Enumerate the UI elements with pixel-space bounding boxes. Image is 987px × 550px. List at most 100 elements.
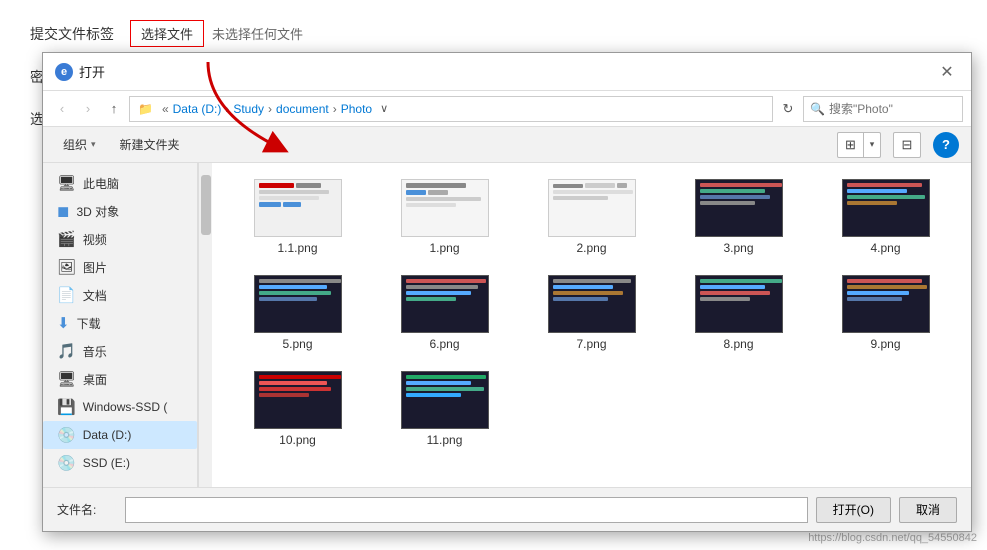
back-button[interactable]: ‹ xyxy=(51,98,73,120)
open-button[interactable]: 打开(O) xyxy=(816,497,891,523)
file-item-4[interactable]: 4.png xyxy=(814,173,957,261)
thumbnail-7 xyxy=(548,275,636,333)
sidebar-item-desktop[interactable]: 🖥 桌面 xyxy=(43,365,197,393)
file-item-11[interactable]: 11.png xyxy=(373,365,516,453)
thumbnail-9 xyxy=(842,275,930,333)
sidebar-label-documents: 文档 xyxy=(83,287,107,304)
thumbnail-10 xyxy=(254,371,342,429)
filename-9: 9.png xyxy=(870,337,900,351)
toolbar: 组织 ▾ 新建文件夹 ⊞ ▾ ⊟ ? xyxy=(43,127,971,163)
dialog-titlebar: e 打开 ✕ xyxy=(43,53,971,91)
sidebar-item-data-d[interactable]: 💿 Data (D:) xyxy=(43,421,197,449)
file-grid: 1.1.png xyxy=(212,163,971,487)
sidebar-item-documents[interactable]: 📄 文档 xyxy=(43,281,197,309)
file-item-9[interactable]: 9.png xyxy=(814,269,957,357)
videos-icon: 🎬 xyxy=(57,230,76,248)
thumbnail-11 xyxy=(401,371,489,429)
breadcrumb-data[interactable]: Data (D:) xyxy=(173,102,222,116)
preview-panel-button[interactable]: ⊟ xyxy=(893,132,921,158)
search-input[interactable] xyxy=(829,102,956,116)
breadcrumb-photo[interactable]: Photo xyxy=(341,102,372,116)
documents-icon: 📄 xyxy=(57,286,76,304)
desktop-icon: 🖥 xyxy=(57,370,76,388)
open-file-dialog: e 打开 ✕ ‹ › ↑ 📁 « Data (D:) › Study › doc… xyxy=(42,52,972,532)
refresh-button[interactable]: ↻ xyxy=(777,98,799,120)
sidebar-label-windows-ssd: Windows-SSD ( xyxy=(83,400,168,414)
sidebar-item-this-pc[interactable]: 🖥 此电脑 xyxy=(43,169,197,197)
filename-3: 3.png xyxy=(723,241,753,255)
search-box[interactable]: 🔍 xyxy=(803,96,963,122)
breadcrumb-document[interactable]: document xyxy=(276,102,329,116)
scrollbar-thumb[interactable] xyxy=(201,175,211,235)
dialog-title: 打开 xyxy=(79,62,935,81)
sidebar-item-ssd-e[interactable]: 💿 SSD (E:) xyxy=(43,449,197,477)
filename-10: 10.png xyxy=(279,433,316,447)
file-item-5[interactable]: 5.png xyxy=(226,269,369,357)
address-bar: ‹ › ↑ 📁 « Data (D:) › Study › document ›… xyxy=(43,91,971,127)
tag-label: 提交文件标签 xyxy=(30,24,130,44)
organize-button[interactable]: 组织 ▾ xyxy=(55,133,104,156)
sidebar: 🖥 此电脑 ◼ 3D 对象 🎬 视频 🖼 图片 📄 文档 ⬇ 下载 xyxy=(43,163,198,487)
file-item-2[interactable]: 2.png xyxy=(520,173,663,261)
dialog-close-button[interactable]: ✕ xyxy=(935,60,959,84)
sidebar-label-music: 音乐 xyxy=(83,343,107,360)
filename-input[interactable] xyxy=(125,497,808,523)
filename-11: 11.png xyxy=(427,433,463,447)
file-item-3[interactable]: 3.png xyxy=(667,173,810,261)
thumbnail-6 xyxy=(401,275,489,333)
filename-1: 1.png xyxy=(429,241,459,255)
filename-8: 8.png xyxy=(723,337,753,351)
sidebar-label-downloads: 下载 xyxy=(77,315,101,332)
breadcrumb-chevron[interactable]: ∨ xyxy=(380,102,388,115)
sidebar-label-videos: 视频 xyxy=(83,231,107,248)
watermark: https://blog.csdn.net/qq_54550842 xyxy=(808,532,977,544)
view-toggle-button[interactable]: ⊞ ▾ xyxy=(837,132,881,158)
dialog-app-icon: e xyxy=(55,63,73,81)
thumbnail-8 xyxy=(695,275,783,333)
breadcrumb-study[interactable]: Study xyxy=(233,102,264,116)
sidebar-item-downloads[interactable]: ⬇ 下载 xyxy=(43,309,197,337)
music-icon: 🎵 xyxy=(57,342,76,360)
sidebar-item-3d[interactable]: ◼ 3D 对象 xyxy=(43,197,197,225)
thumbnail-3 xyxy=(695,179,783,237)
thumbnail-4 xyxy=(842,179,930,237)
content-area-wrapper: 1.1.png xyxy=(198,163,971,487)
sidebar-item-windows-ssd[interactable]: 💾 Windows-SSD ( xyxy=(43,393,197,421)
sidebar-label-ssd-e: SSD (E:) xyxy=(83,456,130,470)
filename-label: 文件名: xyxy=(57,501,117,518)
sidebar-label-3d: 3D 对象 xyxy=(76,203,119,220)
file-item-1[interactable]: 1.png xyxy=(373,173,516,261)
no-file-text: 未选择任何文件 xyxy=(212,24,303,43)
view-dropdown-arrow[interactable]: ▾ xyxy=(864,132,880,158)
dialog-bottom-bar: 文件名: 打开(O) 取消 xyxy=(43,487,971,531)
new-folder-button[interactable]: 新建文件夹 xyxy=(112,133,188,156)
sidebar-item-pictures[interactable]: 🖼 图片 xyxy=(43,253,197,281)
help-button[interactable]: ? xyxy=(933,132,959,158)
sidebar-label-data-d: Data (D:) xyxy=(83,428,132,442)
thumbnail-1 xyxy=(401,179,489,237)
file-item-1-1[interactable]: 1.1.png xyxy=(226,173,369,261)
3d-icon: ◼ xyxy=(57,202,69,220)
vertical-scrollbar[interactable] xyxy=(198,163,212,487)
file-item-10[interactable]: 10.png xyxy=(226,365,369,453)
downloads-icon: ⬇ xyxy=(57,314,70,332)
filename-5: 5.png xyxy=(282,337,312,351)
filename-7: 7.png xyxy=(576,337,606,351)
choose-file-button[interactable]: 选择文件 xyxy=(130,20,204,47)
file-item-6[interactable]: 6.png xyxy=(373,269,516,357)
cancel-button[interactable]: 取消 xyxy=(899,497,957,523)
filename-1-1: 1.1.png xyxy=(277,241,317,255)
file-item-8[interactable]: 8.png xyxy=(667,269,810,357)
up-button[interactable]: ↑ xyxy=(103,98,125,120)
thumbnail-1-1 xyxy=(254,179,342,237)
file-item-7[interactable]: 7.png xyxy=(520,269,663,357)
forward-button[interactable]: › xyxy=(77,98,99,120)
sidebar-item-videos[interactable]: 🎬 视频 xyxy=(43,225,197,253)
sidebar-item-music[interactable]: 🎵 音乐 xyxy=(43,337,197,365)
view-grid-icon[interactable]: ⊞ xyxy=(838,132,864,158)
organize-chevron: ▾ xyxy=(91,139,96,150)
sidebar-label-desktop: 桌面 xyxy=(83,371,107,388)
this-pc-icon: 🖥 xyxy=(57,174,76,192)
filename-2: 2.png xyxy=(576,241,606,255)
filename-6: 6.png xyxy=(429,337,459,351)
